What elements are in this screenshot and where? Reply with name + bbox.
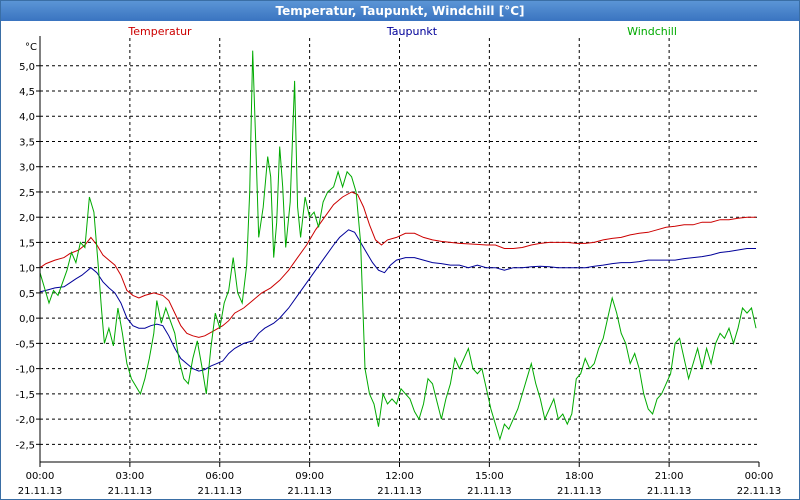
y-axis-unit: °C [25,42,37,53]
grid [40,38,759,462]
series-line-windchill [39,50,757,442]
series-layer [39,50,757,442]
x-tick-date: 21.11.13 [647,486,692,497]
x-tick-time: 15:00 [475,471,504,482]
y-tick-label: -0,5 [15,339,35,350]
x-tick-date: 21.11.13 [18,486,63,497]
x-tick-date: 22.11.13 [737,486,782,497]
x-tick-date: 21.11.13 [197,486,242,497]
x-tick-time: 06:00 [205,471,234,482]
x-tick-date: 21.11.13 [467,486,512,497]
y-tick-label: 4,0 [19,112,35,123]
series-line-taupunkt [39,229,756,372]
x-tick-time: 00:00 [745,471,774,482]
y-tick-label: 0,0 [19,314,35,325]
y-tick-label: -1,0 [15,365,35,376]
y-tick-label: 3,0 [19,163,35,174]
y-tick-label: 5,0 [19,62,35,73]
chart-canvas: 5,0 4,5 4,0 3,5 3,0 2,5 2,0 1,5 1,0 0,5 0,0 -0,5 -1,… [15,25,782,497]
x-tick-time: 12:00 [385,471,414,482]
y-tick-label: 0,5 [19,289,35,300]
y-tick-label: -2,5 [15,440,35,451]
x-tick-time: 09:00 [295,471,324,482]
y-tick-label: -1,5 [15,390,35,401]
x-tick-date: 21.11.13 [287,486,332,497]
y-tick-label: 4,5 [19,87,35,98]
y-tick-label: -2,0 [15,415,35,426]
y-tick-label: 2,0 [19,213,35,224]
x-tick-date: 21.11.13 [557,486,602,497]
x-tick-time: 03:00 [115,471,144,482]
legend-entry-temperatur: Temperatur [127,25,192,38]
y-tick-label: 1,5 [19,238,35,249]
legend-entry-taupunkt: Taupunkt [386,25,438,38]
series-line-temperatur [39,191,756,338]
x-tick-time: 00:00 [26,471,55,482]
x-tick-time: 18:00 [565,471,594,482]
y-tick-label: 2,5 [19,188,35,199]
x-tick-time: 21:00 [655,471,684,482]
legend-entry-windchill: Windchill [627,25,677,38]
x-tick-date: 21.11.13 [108,486,153,497]
y-tick-label: 1,0 [19,264,35,275]
y-tick-label: 3,5 [19,137,35,148]
x-tick-date: 21.11.13 [377,486,422,497]
